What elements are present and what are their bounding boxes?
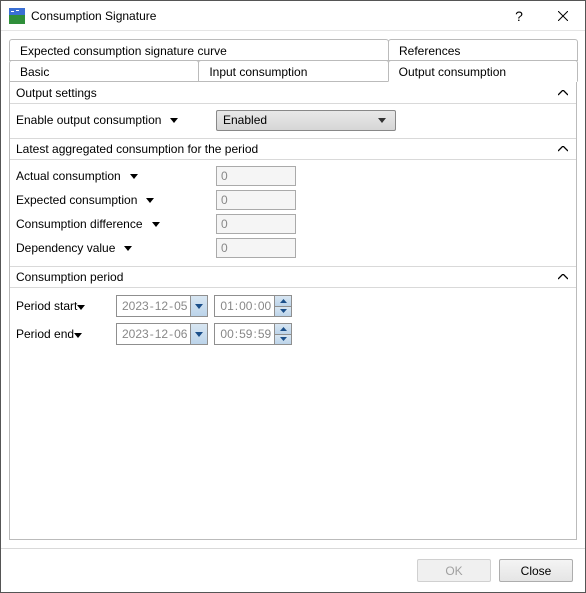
period-start-date[interactable]: 2023- 12- 05	[116, 295, 208, 317]
time-spinner[interactable]	[274, 324, 291, 344]
actual-consumption-label: Actual consumption	[16, 169, 216, 183]
tabs-row-bottom: Basic Input consumption Output consumpti…	[9, 60, 577, 82]
expected-consumption-label: Expected consumption	[16, 193, 216, 207]
period-start-time[interactable]: 01: 00: 00	[214, 295, 292, 317]
close-icon	[558, 11, 568, 21]
group-title-period: Consumption period	[16, 270, 556, 284]
tab-output-consumption[interactable]: Output consumption	[388, 60, 578, 82]
period-start-label: Period start	[16, 299, 116, 313]
group-body-output-settings: Enable output consumption Enabled	[10, 104, 576, 138]
close-button[interactable]: Close	[499, 559, 573, 582]
consumption-difference-field[interactable]	[216, 214, 296, 234]
help-button[interactable]: ?	[497, 1, 541, 31]
group-body-period: Period start 2023- 12- 05 01: 00: 00	[10, 288, 576, 354]
label-dropdown-icon[interactable]	[77, 299, 85, 313]
spin-down-button[interactable]	[275, 334, 291, 345]
enable-output-combo[interactable]: Enabled	[216, 110, 396, 131]
tab-strips: Expected consumption signature curve Ref…	[9, 39, 577, 82]
window-title: Consumption Signature	[31, 9, 156, 23]
label-dropdown-icon[interactable]	[143, 193, 157, 207]
chevron-up-icon	[556, 86, 570, 100]
period-end-time[interactable]: 00: 59: 59	[214, 323, 292, 345]
dependency-value-field[interactable]	[216, 238, 296, 258]
chevron-up-icon	[556, 142, 570, 156]
time-spinner[interactable]	[274, 296, 291, 316]
chevron-down-icon	[375, 113, 389, 127]
enable-output-label: Enable output consumption	[16, 113, 216, 127]
group-header-latest-agg[interactable]: Latest aggregated consumption for the pe…	[10, 138, 576, 160]
tab-panel: Output settings Enable output consumptio…	[9, 82, 577, 540]
period-end-date[interactable]: 2023- 12- 06	[116, 323, 208, 345]
dependency-value-label: Dependency value	[16, 241, 216, 255]
group-title-latest-agg: Latest aggregated consumption for the pe…	[16, 142, 556, 156]
actual-consumption-field[interactable]	[216, 166, 296, 186]
titlebar: Consumption Signature ?	[1, 1, 585, 31]
label-dropdown-icon[interactable]	[74, 327, 82, 341]
group-header-output-settings[interactable]: Output settings	[10, 82, 576, 104]
group-header-period[interactable]: Consumption period	[10, 266, 576, 288]
label-dropdown-icon[interactable]	[167, 113, 181, 127]
app-icon	[9, 8, 25, 24]
date-dropdown-button[interactable]	[190, 296, 207, 316]
chevron-up-icon	[556, 270, 570, 284]
spin-up-button[interactable]	[275, 296, 291, 306]
tab-references[interactable]: References	[388, 39, 578, 61]
date-dropdown-button[interactable]	[190, 324, 207, 344]
button-bar: OK Close	[1, 548, 585, 592]
group-title-output-settings: Output settings	[16, 86, 556, 100]
content-area: Expected consumption signature curve Ref…	[1, 31, 585, 548]
expected-consumption-field[interactable]	[216, 190, 296, 210]
tab-input-consumption[interactable]: Input consumption	[198, 60, 388, 82]
tab-basic[interactable]: Basic	[9, 60, 199, 82]
ok-button[interactable]: OK	[417, 559, 491, 582]
spin-down-button[interactable]	[275, 306, 291, 317]
spin-up-button[interactable]	[275, 324, 291, 334]
group-body-latest-agg: Actual consumption Expected consumption …	[10, 160, 576, 266]
label-dropdown-icon[interactable]	[121, 241, 135, 255]
empty-area	[10, 354, 576, 539]
label-dropdown-icon[interactable]	[127, 169, 141, 183]
tab-expected-curve[interactable]: Expected consumption signature curve	[9, 39, 389, 61]
label-dropdown-icon[interactable]	[149, 217, 163, 231]
tabs-row-top: Expected consumption signature curve Ref…	[9, 39, 577, 61]
consumption-difference-label: Consumption difference	[16, 217, 216, 231]
period-end-label: Period end	[16, 327, 116, 341]
window-close-button[interactable]	[541, 1, 585, 31]
